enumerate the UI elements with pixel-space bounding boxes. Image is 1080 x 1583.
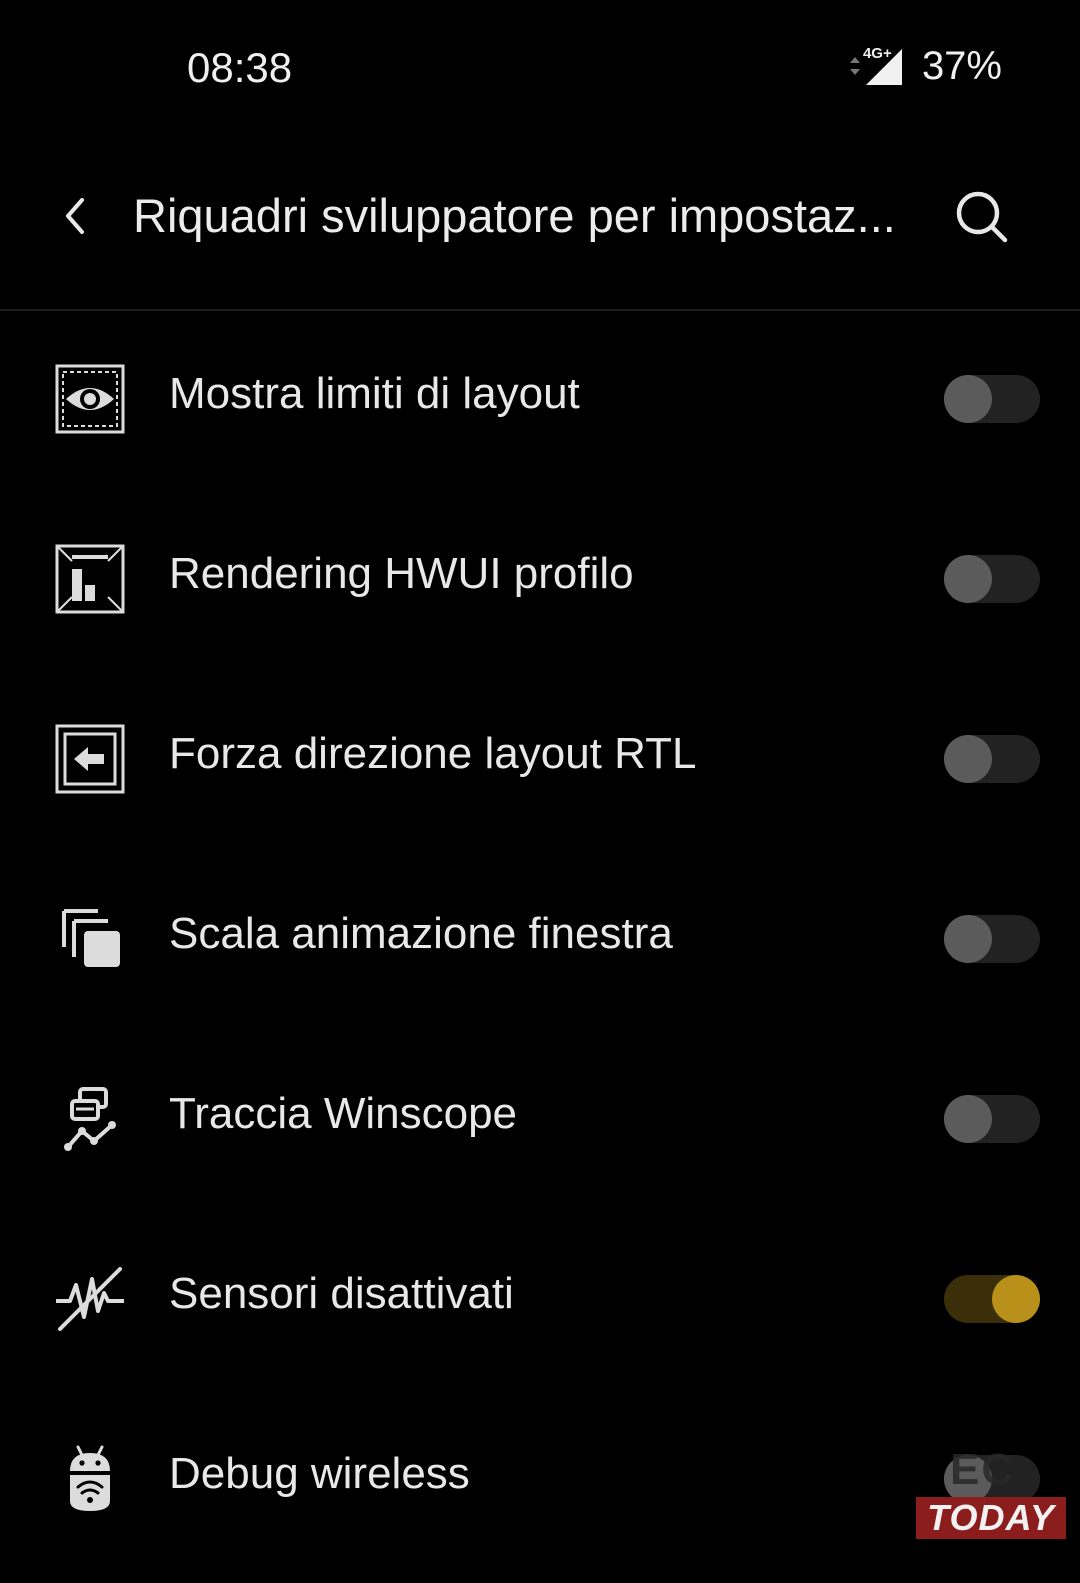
winscope-trace-icon (52, 1081, 128, 1157)
toggle-knob (944, 1095, 992, 1143)
toggle-switch[interactable] (944, 375, 1040, 423)
toggle-knob (992, 1275, 1040, 1323)
android-wifi-icon (52, 1441, 128, 1517)
toggle-knob (944, 375, 992, 423)
sensors-off-icon (52, 1261, 128, 1337)
tile-label: Scala animazione finestra (169, 909, 673, 958)
toolbar: Riquadri sviluppatore per impostaz... (0, 150, 1080, 280)
watermark-bottom-banner: TODAY (916, 1497, 1066, 1539)
toggle-switch[interactable] (944, 735, 1040, 783)
chevron-left-icon (66, 198, 84, 234)
quick-settings-tile-list: Mostra limiti di layout Rendering HWUI p… (0, 311, 1080, 1571)
toggle-switch[interactable] (944, 555, 1040, 603)
search-icon (956, 191, 1008, 243)
tile-label: Mostra limiti di layout (169, 369, 580, 418)
tile-label: Traccia Winscope (169, 1089, 518, 1138)
bar-chart-frame-icon (52, 541, 128, 617)
toggle-switch[interactable] (944, 1095, 1040, 1143)
watermark-logo: EC TODAY (916, 1445, 1066, 1545)
toggle-knob (944, 555, 992, 603)
status-indicators: 4G+ 37% (846, 44, 1002, 89)
watermark-top-text: EC (950, 1445, 1016, 1494)
tile-label: Debug wireless (169, 1449, 470, 1498)
eye-bounds-icon (52, 361, 128, 437)
tile-label: Forza direzione layout RTL (169, 729, 697, 778)
toggle-switch[interactable] (944, 915, 1040, 963)
tile-row-winscope-trace[interactable]: Traccia Winscope (0, 1031, 1080, 1211)
status-bar: 08:38 4G+ 37% (0, 0, 1080, 140)
tile-row-show-layout-bounds[interactable]: Mostra limiti di layout (0, 311, 1080, 491)
status-time: 08:38 (187, 44, 293, 91)
battery-percentage: 37% (921, 44, 1002, 88)
page-title: Riquadri sviluppatore per impostaz... (133, 189, 896, 242)
tile-row-force-rtl-layout[interactable]: Forza direzione layout RTL (0, 671, 1080, 851)
search-button[interactable] (950, 186, 1014, 250)
toggle-knob (944, 735, 992, 783)
signal-icon: 4G+ (846, 45, 904, 89)
network-type-label: 4G+ (862, 44, 892, 62)
tile-label: Sensori disattivati (169, 1269, 514, 1318)
tile-row-profile-hwui-rendering[interactable]: Rendering HWUI profilo (0, 491, 1080, 671)
toggle-switch[interactable] (944, 1275, 1040, 1323)
toggle-knob (944, 915, 992, 963)
watermark-bottom-text: TODAY (927, 1497, 1055, 1538)
tile-row-sensors-off[interactable]: Sensori disattivati (0, 1211, 1080, 1391)
stacked-windows-icon (52, 901, 128, 977)
tile-label: Rendering HWUI profilo (169, 549, 634, 598)
back-button[interactable] (50, 186, 100, 246)
arrow-left-frame-icon (52, 721, 128, 797)
tile-row-window-animation-scale[interactable]: Scala animazione finestra (0, 851, 1080, 1031)
